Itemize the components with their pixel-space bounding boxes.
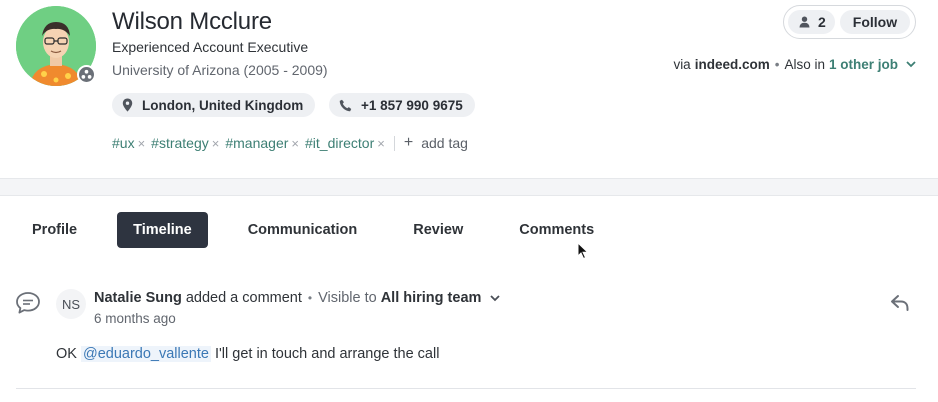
mouse-cursor-icon (577, 241, 589, 265)
tab-profile[interactable]: Profile (16, 212, 93, 248)
tag-divider (393, 135, 395, 151)
other-job-link[interactable]: 1 other job (829, 57, 898, 72)
tag-label[interactable]: #it_director (305, 135, 374, 151)
chevron-down-icon[interactable] (490, 294, 501, 302)
add-tag-button[interactable]: + add tag (404, 134, 468, 152)
visibility-label: Visible to (318, 290, 377, 306)
follow-group: 2 Follow (783, 5, 916, 39)
section-divider (0, 178, 938, 196)
tag-label[interactable]: #strategy (151, 135, 209, 151)
comment-timestamp: 6 months ago (94, 311, 176, 326)
followers-button[interactable]: 2 (788, 10, 835, 34)
tab-comments[interactable]: Comments (503, 212, 610, 248)
visibility-value[interactable]: All hiring team (381, 290, 482, 306)
remove-tag-icon[interactable]: × (212, 136, 220, 151)
reply-arrow-icon[interactable] (890, 294, 910, 317)
location-text: London, United Kingdom (142, 97, 304, 113)
comment-separator: • (307, 291, 313, 305)
comment-divider (16, 388, 916, 389)
user-mention[interactable]: @eduardo_vallente (80, 346, 211, 362)
tag-item[interactable]: #ux × (112, 135, 145, 151)
team-badge-icon (77, 65, 96, 84)
tab-communication[interactable]: Communication (232, 212, 374, 248)
author-avatar: NS (56, 289, 86, 319)
comment-body: OK @eduardo_vallente I'll get in touch a… (56, 346, 439, 362)
follow-button[interactable]: Follow (839, 10, 911, 34)
tab-review[interactable]: Review (397, 212, 479, 248)
location-chip[interactable]: London, United Kingdom (112, 93, 316, 117)
comment-text-prefix: OK (56, 346, 77, 362)
candidate-name: Wilson Mcclure (112, 8, 272, 35)
chevron-down-icon[interactable] (906, 61, 916, 68)
remove-tag-icon[interactable]: × (377, 136, 385, 151)
comment-action: added a comment (185, 290, 302, 306)
tag-list: #ux × #strategy × #manager × #it_directo… (112, 134, 468, 152)
user-icon (799, 16, 810, 28)
plus-icon: + (403, 134, 414, 151)
tag-item[interactable]: #manager × (225, 135, 299, 151)
candidate-job-title: Experienced Account Executive (112, 39, 309, 55)
phone-chip[interactable]: +1 857 990 9675 (329, 93, 475, 117)
comment-author[interactable]: Natalie Sung (94, 290, 182, 306)
phone-text: +1 857 990 9675 (361, 97, 463, 113)
tag-label[interactable]: #ux (112, 135, 135, 151)
profile-tabs: Profile Timeline Communication Review Co… (16, 212, 634, 248)
tag-item[interactable]: #it_director × (305, 135, 385, 151)
remove-tag-icon[interactable]: × (291, 136, 299, 151)
follower-count: 2 (818, 14, 826, 30)
candidate-education: University of Arizona (2005 - 2009) (112, 62, 328, 78)
tab-timeline[interactable]: Timeline (117, 212, 208, 248)
also-in-label: Also in (784, 57, 825, 72)
source-separator: • (774, 57, 780, 72)
via-label: via (673, 57, 691, 72)
add-tag-label: add tag (421, 135, 468, 151)
speech-bubble-icon (15, 291, 41, 320)
tag-item[interactable]: #strategy × (151, 135, 219, 151)
source-site: indeed.com (694, 57, 770, 72)
phone-icon (339, 99, 352, 111)
candidate-source: via indeed.com • Also in 1 other job (673, 57, 916, 72)
map-pin-icon (122, 98, 133, 112)
comment-header: Natalie Sung added a comment • Visible t… (94, 290, 501, 306)
comment-text-suffix: I'll get in touch and arrange the call (215, 346, 440, 362)
tag-label[interactable]: #manager (225, 135, 288, 151)
remove-tag-icon[interactable]: × (138, 136, 146, 151)
